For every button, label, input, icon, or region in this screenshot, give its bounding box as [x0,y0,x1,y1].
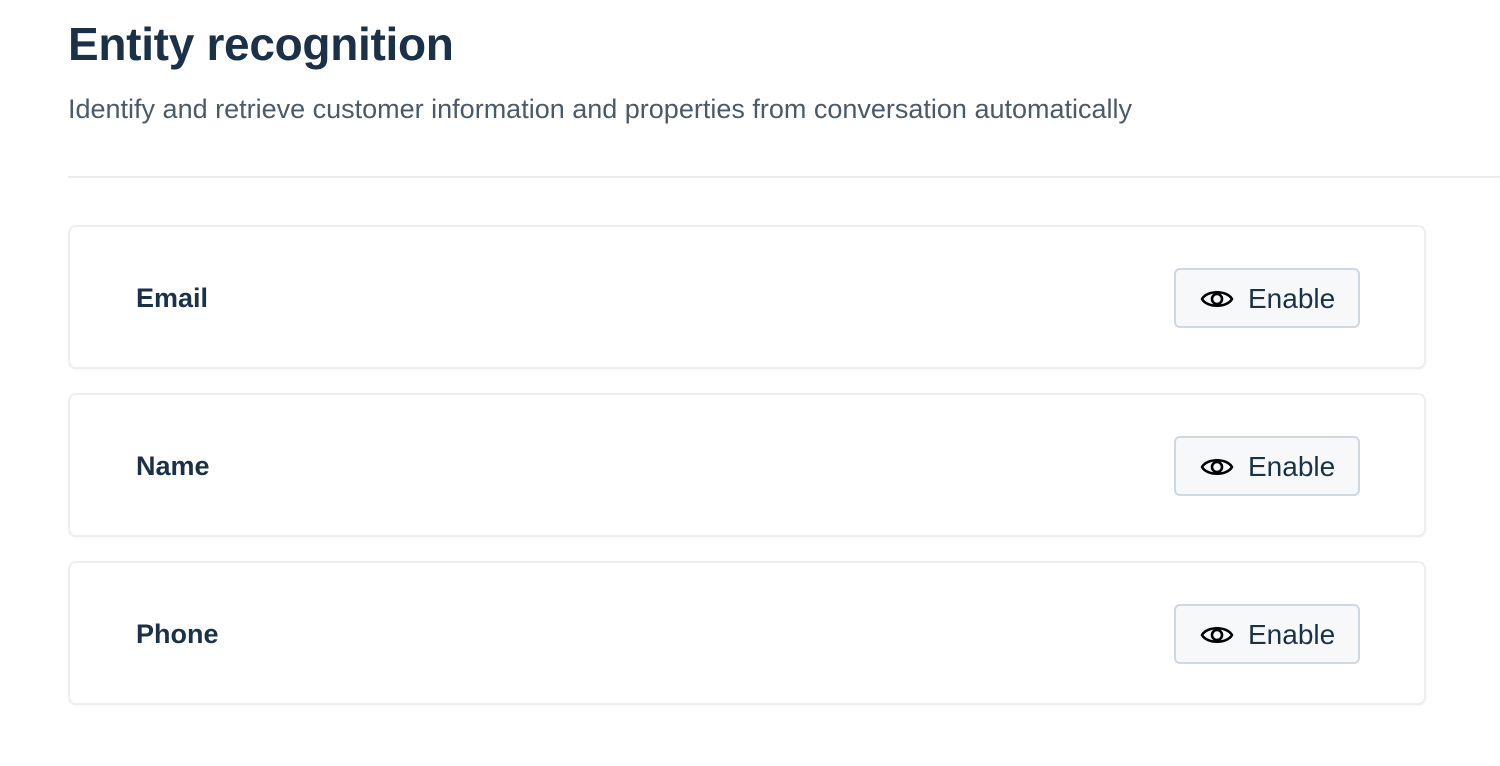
entity-card-name: Name Enable [68,393,1426,537]
entity-card-email: Email Enable [68,225,1426,369]
eye-icon [1200,290,1234,308]
enable-button-label: Enable [1248,619,1336,650]
enable-button-label: Enable [1248,283,1336,314]
eye-icon [1200,458,1234,476]
page-subtitle: Identify and retrieve customer informati… [68,94,1133,124]
entity-label-phone: Phone [136,619,219,649]
entity-label-name: Name [136,451,210,481]
entity-card-phone: Phone Enable [68,561,1426,705]
enable-name-button[interactable]: Enable [1174,436,1360,496]
enable-button-label: Enable [1248,451,1336,482]
enable-phone-button[interactable]: Enable [1174,604,1360,664]
enable-email-button[interactable]: Enable [1174,268,1360,328]
eye-icon [1200,626,1234,644]
entity-label-email: Email [136,283,209,313]
header-divider [68,176,1500,178]
page-title: Entity recognition [68,18,454,70]
entity-recognition-page: Entity recognition Identify and retrieve… [0,0,1500,766]
